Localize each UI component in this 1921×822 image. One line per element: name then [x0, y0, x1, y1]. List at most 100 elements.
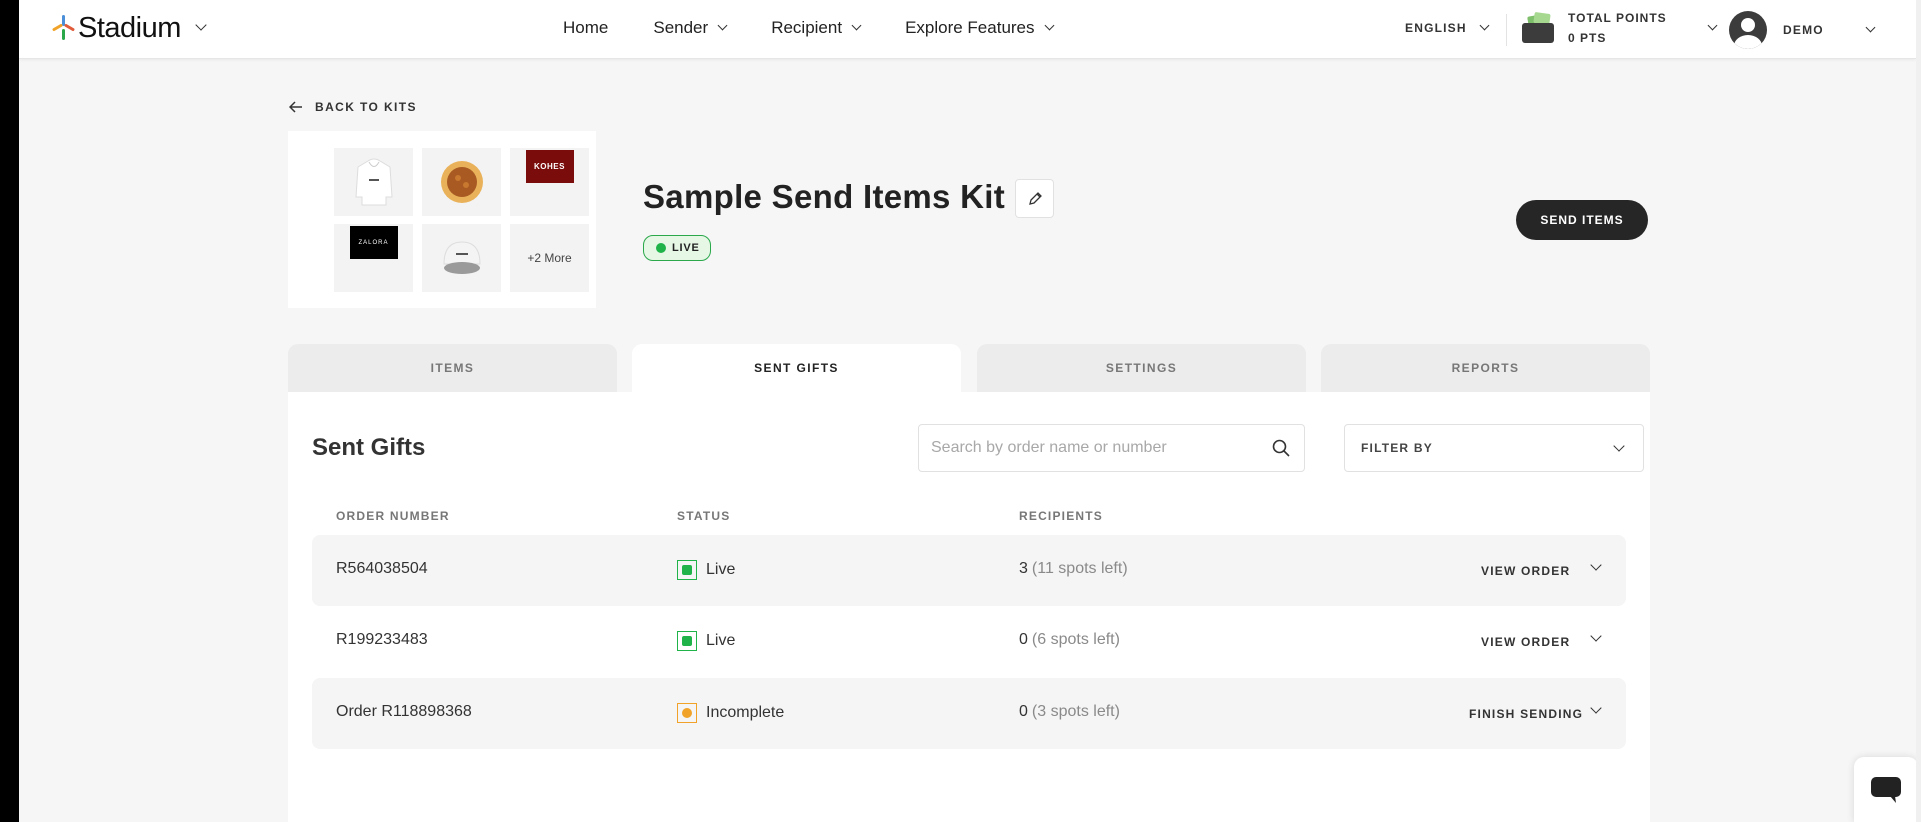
top-nav: Stadium Home Sender Recipient Explore Fe… — [19, 0, 1916, 59]
chevron-down-icon — [717, 20, 728, 31]
tab-settings[interactable]: SETTINGS — [977, 344, 1306, 392]
tab-items[interactable]: ITEMS — [288, 344, 617, 392]
nav-divider — [1506, 14, 1507, 46]
zalora-logo-text: ZALORA — [358, 239, 389, 246]
language-label: ENGLISH — [1405, 21, 1467, 35]
pie-icon — [440, 161, 483, 203]
nav-sender-label: Sender — [653, 18, 709, 37]
finish-sending-button[interactable]: FINISH SENDING — [1469, 707, 1583, 721]
send-items-button[interactable]: SEND ITEMS — [1516, 200, 1648, 240]
recipient-count: 0 — [1019, 631, 1028, 648]
kit-status-badge: LIVE — [643, 235, 711, 261]
nav-home[interactable]: Home — [563, 18, 608, 38]
filter-label: FILTER BY — [1361, 441, 1433, 455]
view-order-button[interactable]: VIEW ORDER — [1481, 564, 1570, 578]
order-number: Order R118898368 — [336, 703, 472, 720]
status-live-icon — [677, 631, 697, 651]
language-select[interactable]: ENGLISH — [1405, 20, 1490, 35]
search-icon[interactable] — [1272, 439, 1290, 457]
column-order-number: ORDER NUMBER — [336, 509, 450, 523]
chevron-down-icon[interactable] — [1590, 630, 1602, 642]
nav-explore-features[interactable]: Explore Features — [905, 18, 1054, 38]
column-recipients: RECIPIENTS — [1019, 509, 1104, 523]
thumb-cap — [422, 224, 501, 292]
status-label: Live — [706, 561, 736, 578]
nav-recipient-label: Recipient — [771, 18, 843, 37]
chevron-down-icon — [1865, 22, 1876, 33]
thumb-more[interactable]: +2 More — [510, 224, 589, 292]
kit-thumbnail-grid: KOHES ZALORA +2 More — [288, 131, 596, 308]
recipients-cell: 0 (3 spots left) — [1019, 703, 1120, 721]
nav-sender[interactable]: Sender — [653, 18, 728, 38]
thumb-kohls-card: KOHES — [510, 148, 589, 216]
status-live-icon — [677, 560, 697, 580]
more-items-label: +2 More — [527, 251, 572, 265]
chevron-down-icon — [1613, 439, 1625, 452]
arrow-left-icon — [289, 101, 302, 113]
avatar-icon — [1729, 11, 1767, 49]
points-summary: TOTAL POINTS 0 PTS — [1568, 8, 1667, 48]
filter-by-dropdown[interactable]: FILTER BY — [1344, 424, 1644, 472]
kit-title: Sample Send Items Kit — [643, 178, 1006, 215]
kohls-logo-text: KOHES — [534, 162, 565, 171]
page: Stadium Home Sender Recipient Explore Fe… — [19, 0, 1916, 822]
column-status: STATUS — [677, 509, 731, 523]
tab-sent-gifts[interactable]: SENT GIFTS — [632, 344, 961, 392]
order-status: Incomplete — [677, 703, 784, 723]
chevron-down-icon[interactable] — [1590, 702, 1602, 714]
thumb-pie — [422, 148, 501, 216]
nav-recipient[interactable]: Recipient — [771, 18, 862, 38]
spots-left: (11 spots left) — [1031, 560, 1128, 577]
user-name: DEMO — [1783, 23, 1824, 37]
hoodie-icon — [354, 158, 393, 206]
points-menu[interactable]: TOTAL POINTS 0 PTS — [1522, 8, 1718, 48]
main-nav: Home Sender Recipient Explore Features — [563, 18, 1098, 38]
view-order-button[interactable]: VIEW ORDER — [1481, 635, 1570, 649]
tab-reports[interactable]: REPORTS — [1321, 344, 1650, 392]
chat-icon — [1871, 777, 1901, 803]
order-search-input[interactable] — [931, 439, 1272, 457]
user-menu[interactable]: DEMO — [1729, 10, 1876, 50]
panel-title: Sent Gifts — [312, 434, 426, 461]
brand-menu[interactable]: Stadium — [51, 11, 207, 44]
stadium-logo-icon — [51, 15, 76, 41]
chevron-down-icon — [1707, 20, 1718, 31]
pencil-icon — [1028, 191, 1042, 205]
spots-left: (3 spots left) — [1031, 703, 1120, 720]
nav-home-label: Home — [563, 18, 609, 37]
order-number: R564038504 — [336, 560, 428, 577]
edit-title-button[interactable] — [1015, 179, 1054, 218]
points-value: 0 PTS — [1568, 31, 1607, 45]
cap-icon — [442, 241, 481, 274]
wallet-icon — [1522, 11, 1554, 43]
order-status: Live — [677, 560, 735, 580]
status-label: Incomplete — [706, 704, 785, 721]
recipients-cell: 3 (11 spots left) — [1019, 560, 1128, 578]
order-status: Live — [677, 631, 735, 651]
recipients-cell: 0 (6 spots left) — [1019, 631, 1120, 649]
table-row[interactable]: R199233483 Live 0 (6 spots left) VIEW OR… — [312, 606, 1626, 677]
order-number: R199233483 — [336, 631, 428, 648]
recipient-count: 0 — [1019, 703, 1028, 720]
kohls-giftcard: KOHES — [525, 150, 574, 183]
brand-name: Stadium — [78, 11, 181, 44]
search-box — [918, 424, 1305, 472]
chat-button[interactable] — [1854, 757, 1916, 822]
zalora-giftcard: ZALORA — [349, 226, 398, 259]
chevron-down-icon — [195, 19, 207, 31]
chevron-down-icon[interactable] — [1590, 559, 1602, 571]
back-label: BACK TO KITS — [315, 100, 417, 114]
recipient-count: 3 — [1019, 560, 1028, 577]
spots-left: (6 spots left) — [1031, 631, 1120, 648]
chevron-down-icon — [1044, 20, 1054, 31]
live-dot-icon — [656, 243, 666, 253]
thumb-zalora-card: ZALORA — [334, 224, 413, 292]
kit-status-label: LIVE — [672, 242, 700, 254]
table-row[interactable]: Order R118898368 Incomplete 0 (3 spots l… — [312, 678, 1626, 749]
sent-gifts-panel: Sent Gifts FILTER BY ORDER NUMBER STATUS… — [288, 392, 1650, 822]
back-to-kits-link[interactable]: BACK TO KITS — [289, 100, 417, 114]
scrollbar[interactable] — [1916, 0, 1921, 822]
table-row[interactable]: R564038504 Live 3 (11 spots left) VIEW O… — [312, 535, 1626, 606]
chevron-down-icon — [851, 20, 862, 31]
status-label: Live — [706, 632, 736, 649]
